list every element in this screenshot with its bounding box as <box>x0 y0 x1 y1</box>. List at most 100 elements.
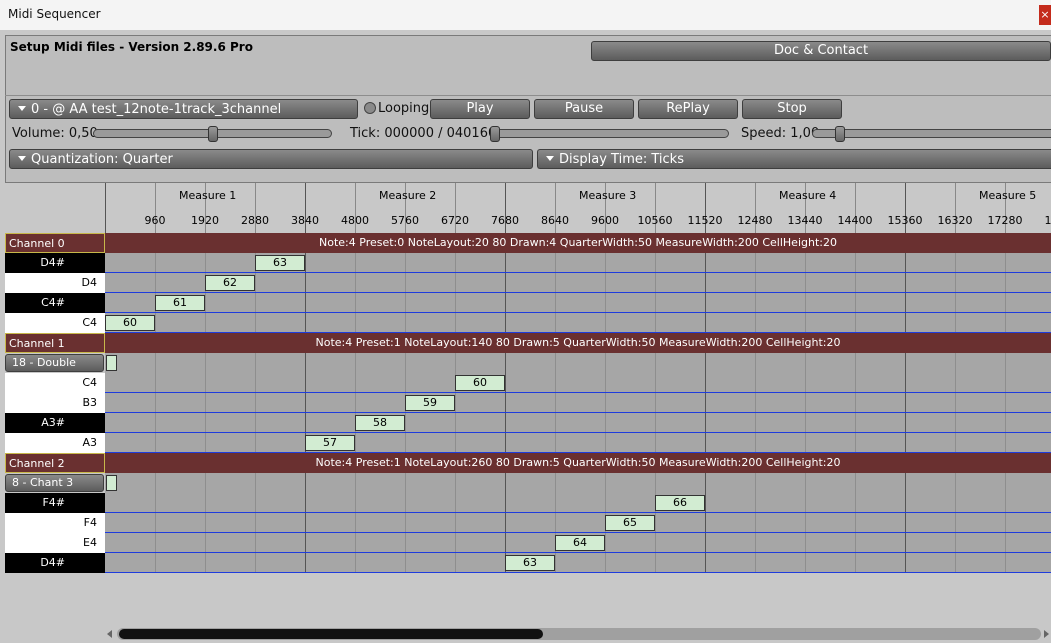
midi-note[interactable]: 62 <box>205 275 255 291</box>
instrument-preset-button[interactable]: 8 - Chant 3 <box>5 474 104 492</box>
tick-label: 16320 <box>937 214 973 227</box>
grid-line <box>705 233 706 573</box>
horizontal-scrollbar[interactable] <box>105 627 1051 641</box>
measure-label: Measure 1 <box>179 189 237 202</box>
grid-line <box>255 233 256 573</box>
tick-label: 15360 <box>887 214 923 227</box>
midi-note[interactable]: 65 <box>605 515 655 531</box>
tick-label: 5760 <box>391 214 419 227</box>
midi-note[interactable]: 60 <box>455 375 505 391</box>
tick-slider[interactable] <box>490 129 729 138</box>
channel-info-bar: Note:4 Preset:0 NoteLayout:20 80 Drawn:4… <box>105 233 1051 253</box>
speed-slider[interactable] <box>812 129 1051 138</box>
pause-button[interactable]: Pause <box>534 99 634 119</box>
row-separator <box>105 312 1051 313</box>
window-titlebar: Midi Sequencer × <box>0 0 1051 30</box>
grid-line <box>805 233 806 573</box>
grid-line <box>905 233 906 573</box>
channel-label[interactable]: Channel 1 <box>5 333 105 353</box>
channel-label[interactable]: Channel 0 <box>5 233 105 253</box>
quantization-selected: Quantization: Quarter <box>31 152 173 167</box>
scroll-left-icon[interactable] <box>107 630 112 638</box>
midi-note[interactable]: 61 <box>155 295 205 311</box>
measure-label: Measure 4 <box>779 189 837 202</box>
chevron-down-icon <box>546 156 554 161</box>
chevron-down-icon <box>18 106 26 111</box>
grid-line <box>955 233 956 573</box>
grid-line <box>755 233 756 573</box>
midi-file-selected: 0 - @ AA test_12note-1track_3channel <box>31 102 282 117</box>
preset-marker[interactable] <box>106 475 117 491</box>
volume-label: Volume: 0,50 <box>12 126 98 141</box>
channel-info-bar: Note:4 Preset:1 NoteLayout:260 80 Drawn:… <box>105 453 1051 473</box>
measure-label: Measure 5 <box>979 189 1037 202</box>
instrument-preset-button[interactable]: 18 - Double Bass <box>5 354 104 385</box>
doc-contact-button[interactable]: Doc & Contact <box>591 41 1051 61</box>
midi-file-dropdown[interactable]: 0 - @ AA test_12note-1track_3channel <box>9 99 358 119</box>
row-separator <box>105 292 1051 293</box>
scroll-right-icon[interactable] <box>1044 630 1049 638</box>
grid-line <box>155 233 156 573</box>
looping-toggle[interactable] <box>364 102 376 114</box>
tick-label: 182 <box>1044 214 1051 227</box>
measure-label: Measure 2 <box>379 189 437 202</box>
tick-label: 8640 <box>541 214 569 227</box>
note-row-label: F4 <box>5 513 105 533</box>
midi-note[interactable]: 66 <box>655 495 705 511</box>
close-icon[interactable]: × <box>1039 5 1051 25</box>
note-row-label: E4 <box>5 533 105 553</box>
note-row-label: C4# <box>5 293 105 313</box>
row-separator <box>105 412 1051 413</box>
midi-note[interactable]: 64 <box>555 535 605 551</box>
looping-label: Looping <box>378 101 430 116</box>
note-row-label: A3 <box>5 433 105 453</box>
row-separator <box>105 512 1051 513</box>
speed-slider-thumb[interactable] <box>834 126 845 142</box>
replay-button[interactable]: RePlay <box>638 99 738 119</box>
row-separator <box>105 272 1051 273</box>
tick-label: 2880 <box>241 214 269 227</box>
grid-line <box>1005 233 1006 573</box>
midi-note[interactable]: 59 <box>405 395 455 411</box>
row-separator <box>105 532 1051 533</box>
tick-label: 13440 <box>787 214 823 227</box>
volume-slider-thumb[interactable] <box>207 126 218 142</box>
scrollbar-thumb[interactable] <box>119 629 543 639</box>
preset-marker[interactable] <box>106 355 117 371</box>
midi-note[interactable]: 60 <box>105 315 155 331</box>
channel-label[interactable]: Channel 2 <box>5 453 105 473</box>
tick-label: 17280 <box>987 214 1023 227</box>
quantization-dropdown[interactable]: Quantization: Quarter <box>9 149 533 169</box>
grid-line <box>355 233 356 573</box>
row-separator <box>105 432 1051 433</box>
tick-label: 960 <box>144 214 166 227</box>
row-separator <box>105 392 1051 393</box>
tick-label: 10560 <box>637 214 673 227</box>
measure-label: Measure 3 <box>579 189 637 202</box>
midi-note[interactable]: 63 <box>505 555 555 571</box>
grid-line <box>305 233 306 573</box>
display-time-dropdown[interactable]: Display Time: Ticks <box>537 149 1051 169</box>
note-row-label: D4# <box>5 553 105 573</box>
play-button[interactable]: Play <box>430 99 530 119</box>
grid-line <box>505 233 506 573</box>
display-time-selected: Display Time: Ticks <box>559 152 684 167</box>
midi-note[interactable]: 58 <box>355 415 405 431</box>
row-separator <box>105 572 1051 573</box>
stop-button[interactable]: Stop <box>742 99 842 119</box>
note-row-label: B3 <box>5 393 105 413</box>
row-separator <box>105 552 1051 553</box>
midi-note[interactable]: 57 <box>305 435 355 451</box>
piano-roll-grid[interactable]: Note:4 Preset:0 NoteLayout:20 80 Drawn:4… <box>105 233 1051 573</box>
setup-title: Setup Midi files - Version 2.89.6 Pro <box>10 40 253 54</box>
ruler-origin-line <box>105 183 106 233</box>
window-title: Midi Sequencer <box>8 7 101 21</box>
chevron-down-icon <box>18 156 26 161</box>
tick-label: 4800 <box>341 214 369 227</box>
midi-note[interactable]: 63 <box>255 255 305 271</box>
note-row-label: A3# <box>5 413 105 433</box>
tick-slider-thumb[interactable] <box>490 126 500 142</box>
tick-label: 1920 <box>191 214 219 227</box>
grid-line <box>455 233 456 573</box>
tick-label: 7680 <box>491 214 519 227</box>
